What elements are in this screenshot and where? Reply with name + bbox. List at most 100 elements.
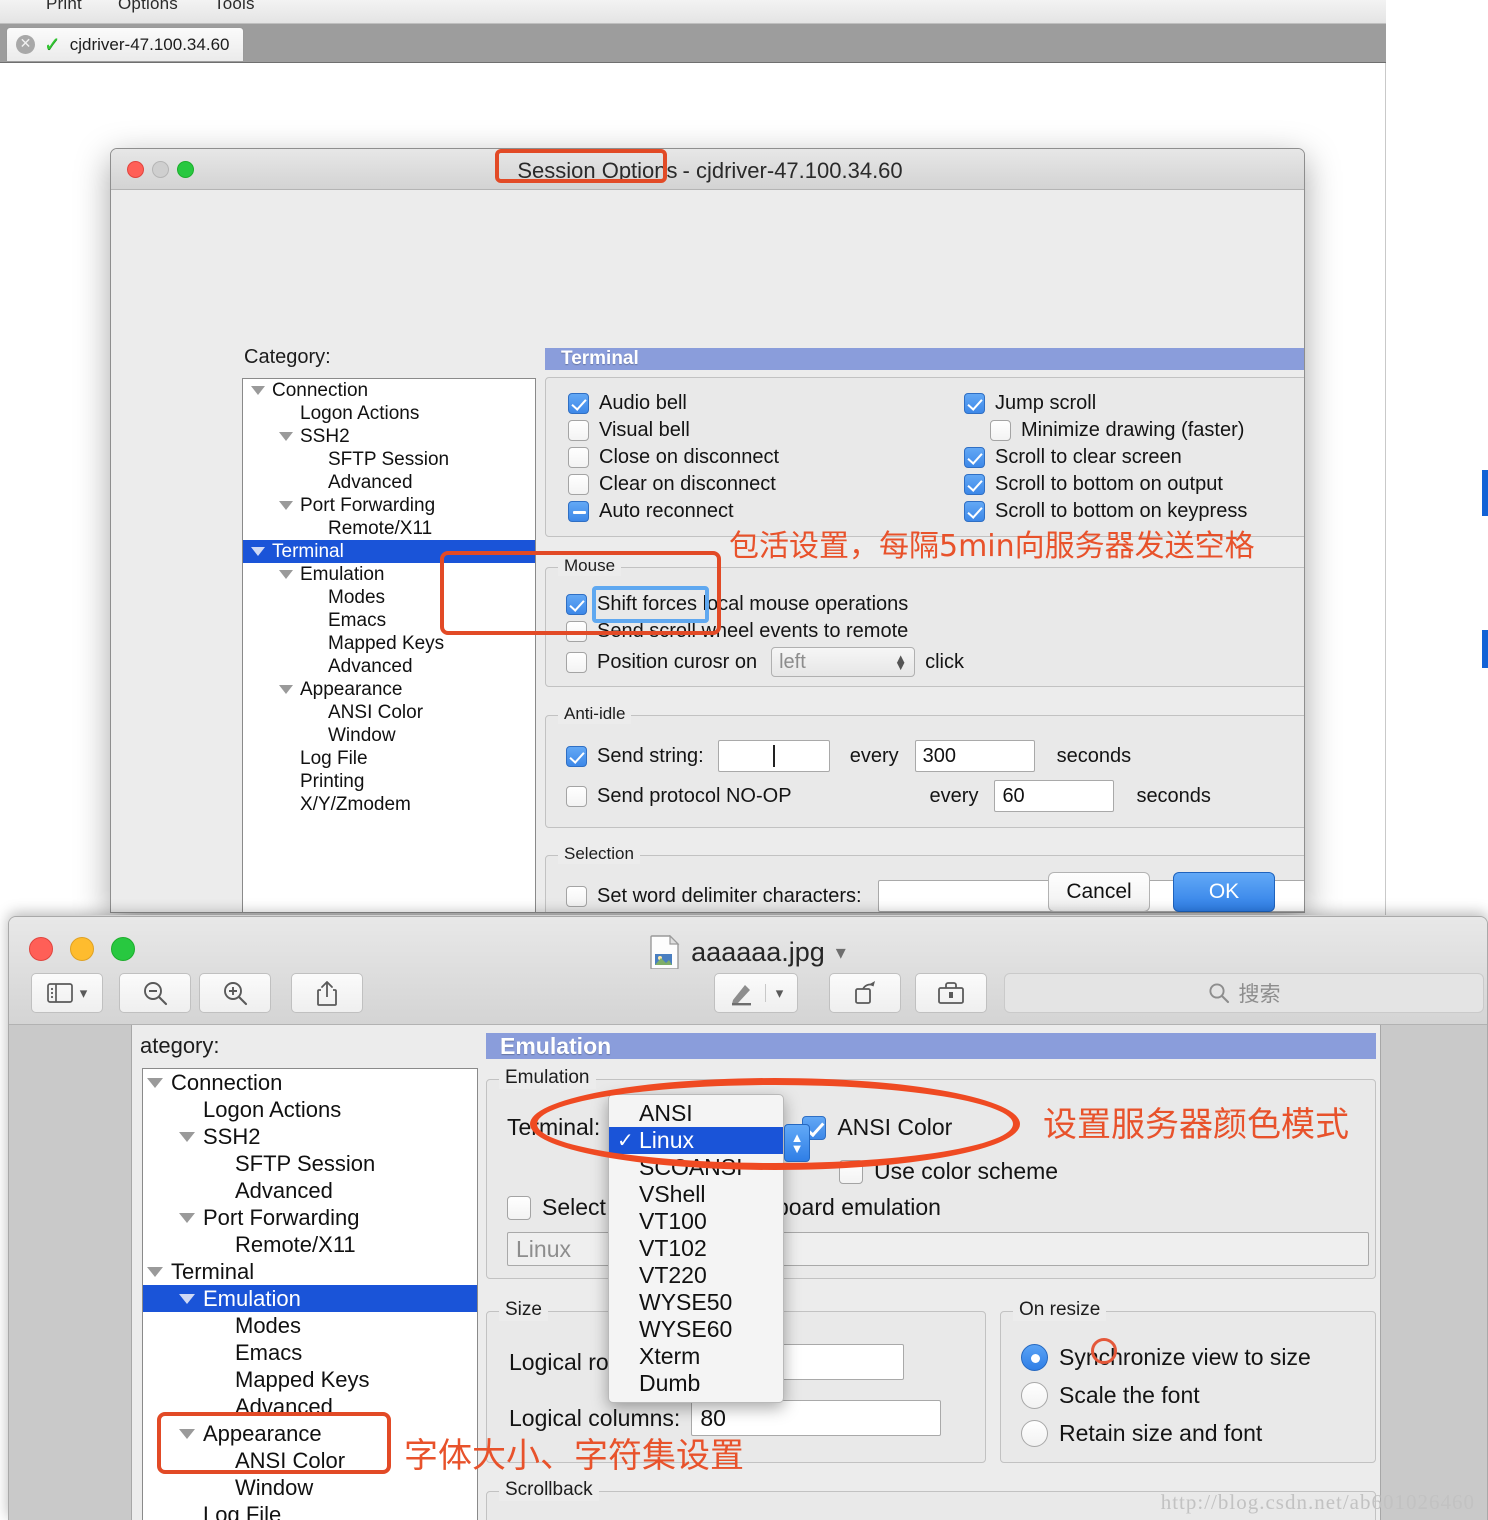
terminal-option-row[interactable]: Scroll to bottom on output <box>964 473 1223 496</box>
send-string-input[interactable] <box>717 740 830 772</box>
on-resize-radio[interactable] <box>1021 1420 1048 1447</box>
dropdown-option[interactable]: WYSE60 <box>609 1316 783 1343</box>
lower-category-tree-item[interactable]: Emulation <box>143 1285 477 1312</box>
send-noop-checkbox[interactable] <box>566 785 587 807</box>
terminal-option-row[interactable]: Scroll to clear screen <box>964 446 1182 469</box>
send-string-seconds-input[interactable]: 300 <box>914 740 1035 772</box>
category-tree-item[interactable]: Emacs <box>243 609 535 632</box>
chevron-down-icon[interactable]: ▾ <box>764 984 783 1002</box>
menu-item-print[interactable]: Print <box>46 0 82 14</box>
category-tree-item[interactable]: Port Forwarding <box>243 494 535 517</box>
lower-category-tree-item[interactable]: Remote/X11 <box>143 1231 477 1258</box>
shift-local-mouse-checkbox[interactable] <box>566 594 587 615</box>
lower-category-tree-item[interactable]: SSH2 <box>143 1123 477 1150</box>
share-button[interactable] <box>291 973 363 1013</box>
category-tree-item[interactable]: Modes <box>243 586 535 609</box>
search-input[interactable]: 搜索 <box>1004 973 1484 1013</box>
category-tree-item[interactable]: X/Y/Zmodem <box>243 793 535 816</box>
use-color-scheme-row[interactable]: Use color scheme <box>839 1158 1058 1185</box>
word-delimiter-checkbox[interactable] <box>566 885 587 907</box>
chevron-updown-icon[interactable]: ▲ ▼ <box>894 652 907 672</box>
dropdown-option[interactable]: WYSE50 <box>609 1289 783 1316</box>
disclosure-triangle-icon[interactable] <box>147 1266 163 1277</box>
lower-category-tree-item[interactable]: Advanced <box>143 1393 477 1420</box>
lower-category-tree-item[interactable]: Connection <box>143 1069 477 1096</box>
category-tree-item[interactable]: Mapped Keys <box>243 632 535 655</box>
menu-item-options[interactable]: Options <box>118 0 178 14</box>
session-tab[interactable]: ✕ ✓ cjdriver-47.100.34.60 <box>6 27 245 61</box>
terminal-option-checkbox[interactable] <box>568 474 589 495</box>
disclosure-triangle-icon[interactable] <box>147 1077 163 1088</box>
dropdown-option[interactable]: SCOANSI <box>609 1154 783 1181</box>
category-tree-item[interactable]: ANSI Color <box>243 701 535 724</box>
dropdown-option[interactable]: VShell <box>609 1181 783 1208</box>
chevron-down-icon[interactable]: ▾ <box>80 984 88 1002</box>
scroll-wheel-remote-row[interactable]: Send scroll wheel events to remote <box>566 620 908 643</box>
disclosure-triangle-icon[interactable] <box>179 1293 195 1304</box>
category-tree-item[interactable]: Advanced <box>243 655 535 678</box>
on-resize-option-row[interactable]: Synchronize view to size <box>1021 1344 1311 1371</box>
terminal-emulation-dropdown[interactable]: ANSI ✓ Linux SCOANSI VShell VT100 VT102 VT220 WY… <box>608 1094 784 1403</box>
dropdown-option[interactable]: VT100 <box>609 1208 783 1235</box>
category-tree[interactable]: Connection Logon Actions SSH2 SFTP Session A… <box>242 378 536 912</box>
lower-category-tree-item[interactable]: Logon Actions <box>143 1096 477 1123</box>
category-tree-item[interactable]: Appearance <box>243 678 535 701</box>
markup-button[interactable]: ▾ <box>714 973 798 1013</box>
disclosure-triangle-icon[interactable] <box>251 386 265 395</box>
dropdown-option[interactable]: Xterm <box>609 1343 783 1370</box>
scroll-wheel-remote-checkbox[interactable] <box>566 621 587 642</box>
terminal-option-checkbox[interactable] <box>568 393 589 414</box>
send-string-row[interactable]: Send string: every 300 seconds <box>566 740 1131 772</box>
terminal-option-row[interactable]: Scroll to bottom on keypress <box>964 500 1247 523</box>
on-resize-option-row[interactable]: Scale the font <box>1021 1382 1200 1409</box>
category-tree-item[interactable]: Terminal <box>243 540 535 563</box>
terminal-option-checkbox[interactable] <box>964 501 985 522</box>
dropdown-option[interactable]: VT102 <box>609 1235 783 1262</box>
zoom-out-button[interactable] <box>119 973 191 1013</box>
dropdown-option[interactable]: Dumb <box>609 1370 783 1397</box>
disclosure-triangle-icon[interactable] <box>279 432 293 441</box>
on-resize-radio[interactable] <box>1021 1344 1048 1371</box>
disclosure-triangle-icon[interactable] <box>179 1212 195 1223</box>
select-keyboard-checkbox[interactable] <box>507 1195 531 1220</box>
category-tree-item[interactable]: Connection <box>243 379 535 402</box>
category-tree-item[interactable]: Remote/X11 <box>243 517 535 540</box>
dropdown-option[interactable]: ✓ Linux <box>609 1127 783 1154</box>
category-tree-item[interactable]: SSH2 <box>243 425 535 448</box>
disclosure-triangle-icon[interactable] <box>279 685 293 694</box>
close-circle-icon[interactable]: ✕ <box>16 35 35 54</box>
rotate-button[interactable] <box>829 973 901 1013</box>
terminal-option-checkbox[interactable] <box>568 501 589 522</box>
terminal-option-checkbox[interactable] <box>568 420 589 441</box>
position-cursor-select[interactable]: left ▲ ▼ <box>771 647 916 677</box>
disclosure-triangle-icon[interactable] <box>179 1131 195 1142</box>
category-tree-item[interactable]: Log File <box>243 747 535 770</box>
lower-category-tree-item[interactable]: Log File <box>143 1501 477 1520</box>
send-noop-row[interactable]: Send protocol NO-OP every 60 seconds <box>566 780 1211 812</box>
category-tree-item[interactable]: Emulation <box>243 563 535 586</box>
lower-category-tree-item[interactable]: Port Forwarding <box>143 1204 477 1231</box>
terminal-option-row[interactable]: Clear on disconnect <box>568 473 776 496</box>
sidebar-toggle-button[interactable]: ▾ <box>31 973 103 1013</box>
lower-category-tree-item[interactable]: SFTP Session <box>143 1150 477 1177</box>
category-tree-item[interactable]: SFTP Session <box>243 448 535 471</box>
lower-category-tree-item[interactable]: Emacs <box>143 1339 477 1366</box>
lower-category-tree-item[interactable]: Mapped Keys <box>143 1366 477 1393</box>
send-noop-seconds-input[interactable]: 60 <box>994 780 1115 812</box>
terminal-option-checkbox[interactable] <box>964 447 985 468</box>
terminal-option-checkbox[interactable] <box>568 447 589 468</box>
position-cursor-row[interactable]: Position curosr on left ▲ ▼ click <box>566 647 964 677</box>
category-tree-item[interactable]: Printing <box>243 770 535 793</box>
lower-category-tree-item[interactable]: Terminal <box>143 1258 477 1285</box>
terminal-option-row[interactable]: Auto reconnect <box>568 500 734 523</box>
terminal-option-row[interactable]: Jump scroll <box>964 392 1096 415</box>
terminal-option-row[interactable]: Audio bell <box>568 392 687 415</box>
terminal-option-checkbox[interactable] <box>964 393 985 414</box>
disclosure-triangle-icon[interactable] <box>179 1428 195 1439</box>
on-resize-radio[interactable] <box>1021 1382 1048 1409</box>
terminal-option-row[interactable]: Visual bell <box>568 419 690 442</box>
dropdown-option[interactable]: ANSI <box>609 1100 783 1127</box>
lower-category-tree-item[interactable]: Advanced <box>143 1177 477 1204</box>
chevron-down-icon[interactable]: ▾ <box>836 940 846 965</box>
cancel-button[interactable]: Cancel <box>1048 872 1150 912</box>
